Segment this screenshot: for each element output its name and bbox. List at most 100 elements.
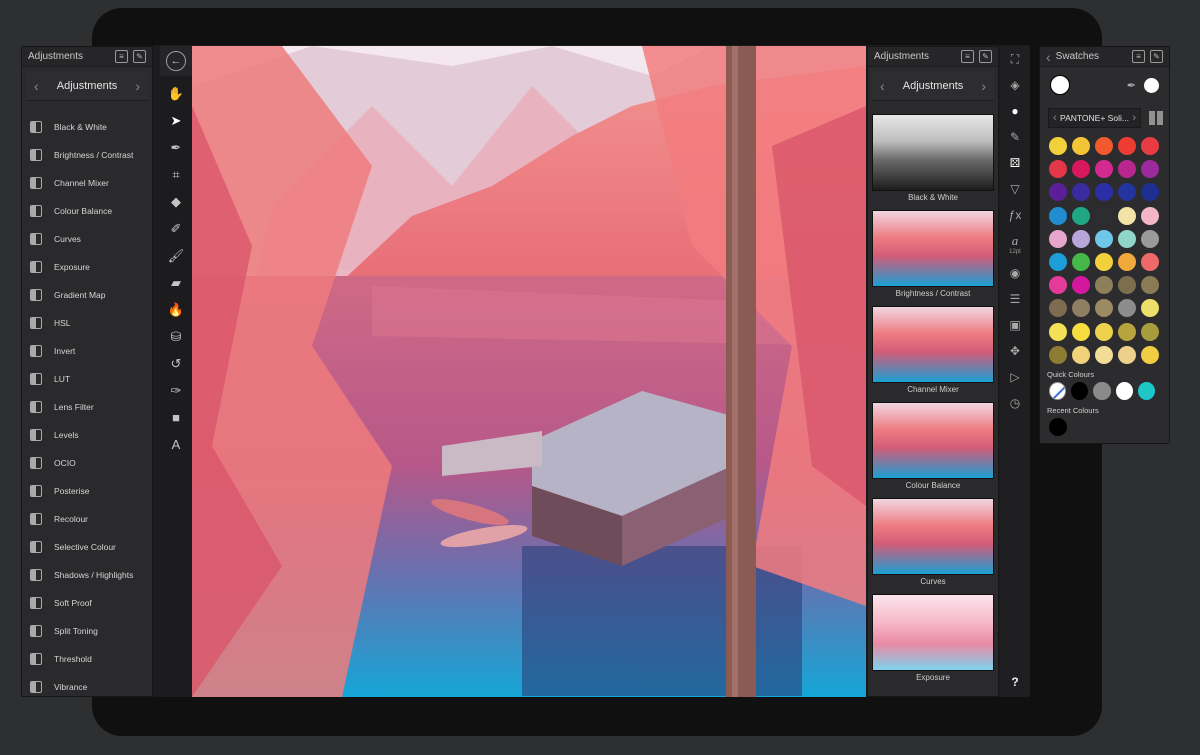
adjustment-item[interactable]: HSL — [22, 309, 152, 337]
colour-swatch[interactable] — [1095, 252, 1113, 271]
colour-swatch[interactable] — [1095, 322, 1113, 341]
adjustment-preview[interactable]: Colour Balance — [872, 402, 994, 498]
adjustment-item[interactable]: Shadows / Highlights — [22, 561, 152, 589]
panel-menu-icon[interactable]: ≡ — [115, 50, 128, 63]
colour-swatch[interactable] — [1072, 345, 1090, 364]
colour-swatch[interactable] — [1118, 322, 1136, 341]
colour-swatch[interactable] — [1049, 345, 1067, 364]
colour-swatch[interactable] — [1095, 345, 1113, 364]
adjustment-item[interactable]: Colour Balance — [22, 197, 152, 225]
colour-swatch[interactable] — [1095, 206, 1113, 225]
adjustment-item[interactable]: LUT — [22, 365, 152, 393]
colour-swatch[interactable] — [1141, 137, 1159, 155]
transform-icon[interactable]: ▣ — [1000, 312, 1030, 338]
colour-swatch[interactable] — [1072, 252, 1090, 271]
colour-swatch[interactable] — [1072, 206, 1090, 225]
history-icon[interactable]: ◷ — [1000, 390, 1030, 416]
fill-stroke-selector[interactable] — [1050, 73, 1084, 97]
adjustment-item[interactable]: Posterise — [22, 477, 152, 505]
chevron-left-icon[interactable]: ‹ — [1046, 49, 1051, 65]
chevron-left-icon[interactable]: ‹ — [34, 78, 39, 94]
grid-view-icon[interactable] — [1149, 111, 1163, 125]
photo-canvas[interactable] — [192, 46, 866, 697]
adjustment-preview[interactable]: Exposure — [872, 594, 994, 690]
colour-swatch[interactable] — [1072, 299, 1090, 318]
colour-swatch[interactable] — [1072, 137, 1090, 155]
flood-fill-tool-icon[interactable]: ◆ — [160, 188, 192, 215]
adjustment-item[interactable]: Lens Filter — [22, 393, 152, 421]
colour-swatch[interactable] — [1118, 206, 1136, 225]
colour-swatch[interactable] — [1141, 206, 1159, 225]
colour-swatch[interactable] — [1118, 229, 1136, 248]
text-tool-icon[interactable]: A — [160, 431, 192, 458]
crop-tool-icon[interactable]: ⌗ — [160, 161, 192, 188]
eyedropper-icon[interactable]: ✒ — [1127, 79, 1136, 92]
no-colour-swatch[interactable] — [1049, 382, 1067, 400]
chevron-right-icon[interactable]: › — [981, 78, 986, 94]
channels-icon[interactable]: ✥ — [1000, 338, 1030, 364]
paint-brush-tool-icon[interactable]: 🖌 — [160, 242, 192, 269]
colour-picker-tool-icon[interactable]: ✒ — [160, 134, 192, 161]
colour-swatch[interactable] — [1049, 322, 1067, 341]
chevron-left-icon[interactable]: ‹ — [880, 78, 885, 94]
adjustment-preview[interactable]: Brightness / Contrast — [872, 210, 994, 306]
colour-swatch[interactable] — [1049, 276, 1067, 295]
colour-swatch[interactable] — [1095, 299, 1113, 318]
adjustment-item[interactable]: Gradient Map — [22, 281, 152, 309]
pin-icon[interactable]: ✎ — [1150, 50, 1163, 63]
pin-icon[interactable]: ✎ — [133, 50, 146, 63]
navigator-icon[interactable]: ⛶ — [1000, 46, 1030, 72]
colour-swatch[interactable] — [1141, 276, 1159, 295]
adjustments-sliders-icon[interactable]: ☰ — [1000, 286, 1030, 312]
help-icon[interactable]: ? — [1000, 675, 1030, 689]
adjustment-item[interactable]: Split Toning — [22, 617, 152, 645]
adjustment-item[interactable]: Levels — [22, 421, 152, 449]
selection-brush-tool-icon[interactable]: ✐ — [160, 215, 192, 242]
adjustment-preview[interactable]: Channel Mixer — [872, 306, 994, 402]
move-tool-icon[interactable]: ➤ — [160, 107, 192, 134]
adjustment-item[interactable]: OCIO — [22, 449, 152, 477]
adjustment-item[interactable]: Soft Proof — [22, 589, 152, 617]
adjustment-preview[interactable]: Black & White — [872, 114, 994, 210]
colour-swatch[interactable] — [1095, 276, 1113, 295]
current-colour-swatch[interactable] — [1144, 77, 1159, 93]
colour-swatch[interactable] — [1141, 229, 1159, 248]
recent-colour-swatch[interactable] — [1049, 418, 1067, 436]
eraser-tool-icon[interactable]: ▰ — [160, 269, 192, 296]
chevron-right-icon[interactable]: › — [1132, 112, 1136, 124]
back-icon[interactable]: ← — [166, 51, 186, 71]
fill-colour[interactable] — [1050, 75, 1070, 95]
dodge-tool-icon[interactable]: 🔥 — [160, 296, 192, 323]
adjustment-preview[interactable]: Curves — [872, 498, 994, 594]
colour-swatch[interactable] — [1072, 322, 1090, 341]
quick-colour-swatch[interactable] — [1137, 382, 1156, 400]
adjustment-item[interactable]: Selective Colour — [22, 533, 152, 561]
colour-swatch[interactable] — [1141, 252, 1159, 271]
quick-colour-swatch[interactable] — [1071, 382, 1089, 400]
clone-tool-icon[interactable]: ⛁ — [160, 323, 192, 350]
pen-tool-icon[interactable]: ✑ — [160, 377, 192, 404]
colour-swatch[interactable] — [1095, 183, 1113, 202]
adjustment-item[interactable]: Channel Mixer — [22, 169, 152, 197]
colour-swatch[interactable] — [1118, 299, 1136, 318]
swatches-icon[interactable]: ⚄ — [1000, 150, 1030, 176]
colour-swatch[interactable] — [1049, 206, 1067, 225]
colour-swatch[interactable] — [1141, 160, 1159, 179]
colour-swatch[interactable] — [1049, 137, 1067, 155]
colour-swatch[interactable] — [1049, 299, 1067, 318]
pin-icon[interactable]: ✎ — [979, 50, 992, 63]
text-style-icon[interactable]: a 12pt — [1000, 228, 1030, 260]
filters-icon[interactable]: ▽ — [1000, 176, 1030, 202]
healing-tool-icon[interactable]: ↺ — [160, 350, 192, 377]
colour-swatch[interactable] — [1049, 252, 1067, 271]
colour-swatch[interactable] — [1049, 183, 1067, 202]
colour-swatch[interactable] — [1095, 229, 1113, 248]
chevron-left-icon[interactable]: ‹ — [1053, 112, 1057, 124]
colour-swatch[interactable] — [1072, 183, 1090, 202]
adjustment-item[interactable]: Recolour — [22, 505, 152, 533]
colour-swatch[interactable] — [1118, 183, 1136, 202]
quick-colour-swatch[interactable] — [1093, 382, 1111, 400]
colour-icon[interactable]: ● — [1000, 98, 1030, 124]
colour-swatch[interactable] — [1072, 160, 1090, 179]
brushes-icon[interactable]: ✎ — [1000, 124, 1030, 150]
